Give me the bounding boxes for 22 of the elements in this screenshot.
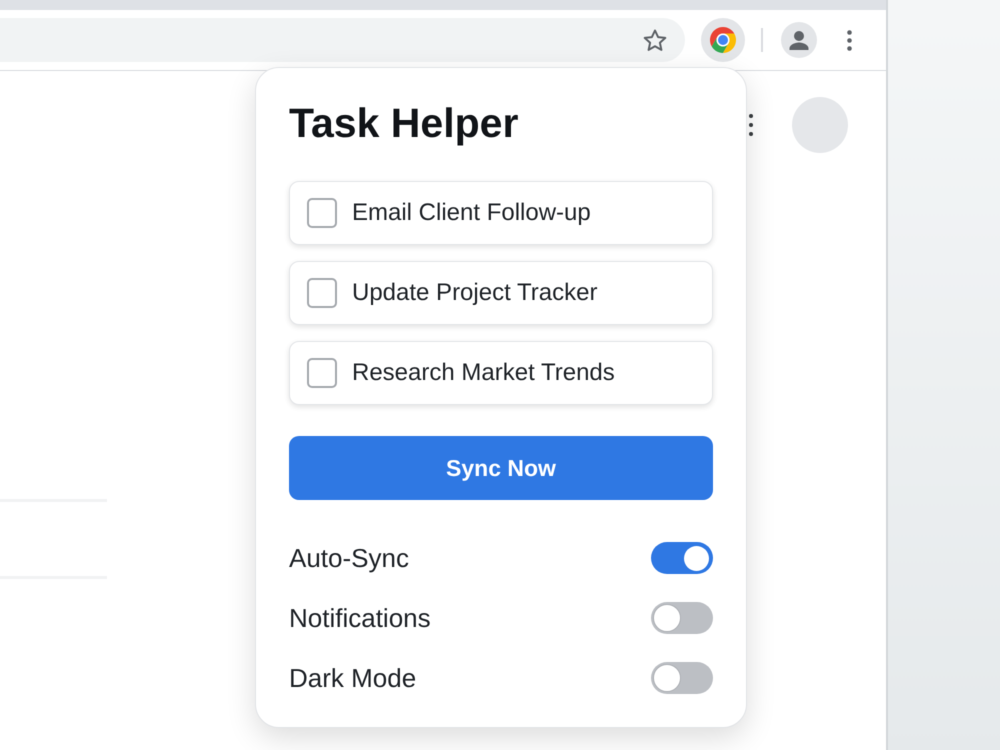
task-label: Update Project Tracker xyxy=(352,278,598,308)
setting-label: Notifications xyxy=(289,602,431,634)
checkbox[interactable] xyxy=(307,358,337,388)
setting-label: Auto-Sync xyxy=(289,542,409,574)
popup-title: Task Helper xyxy=(289,99,520,147)
task-card[interactable]: Update Project Tracker xyxy=(289,261,713,325)
setting-label: Dark Mode xyxy=(289,662,416,694)
toggle-switch[interactable] xyxy=(651,662,713,694)
person-icon[interactable] xyxy=(780,22,816,58)
task-label: Research Market Trends xyxy=(352,358,615,388)
kebab-menu-icon[interactable] xyxy=(749,113,753,137)
bookmark-star-icon[interactable] xyxy=(643,28,667,52)
toggle-switch[interactable] xyxy=(651,542,713,574)
checkbox[interactable] xyxy=(307,198,337,228)
checkbox[interactable] xyxy=(307,278,337,308)
task-card[interactable]: Email Client Follow-up xyxy=(289,181,713,245)
menu-icon[interactable] xyxy=(846,30,852,50)
sync-now-button[interactable]: Sync Now xyxy=(289,436,713,500)
task-label: Email Client Follow-up xyxy=(352,198,591,228)
logo-icon[interactable] xyxy=(701,18,745,62)
task-card[interactable]: Research Market Trends xyxy=(289,341,713,405)
toggle-switch[interactable] xyxy=(651,602,713,634)
